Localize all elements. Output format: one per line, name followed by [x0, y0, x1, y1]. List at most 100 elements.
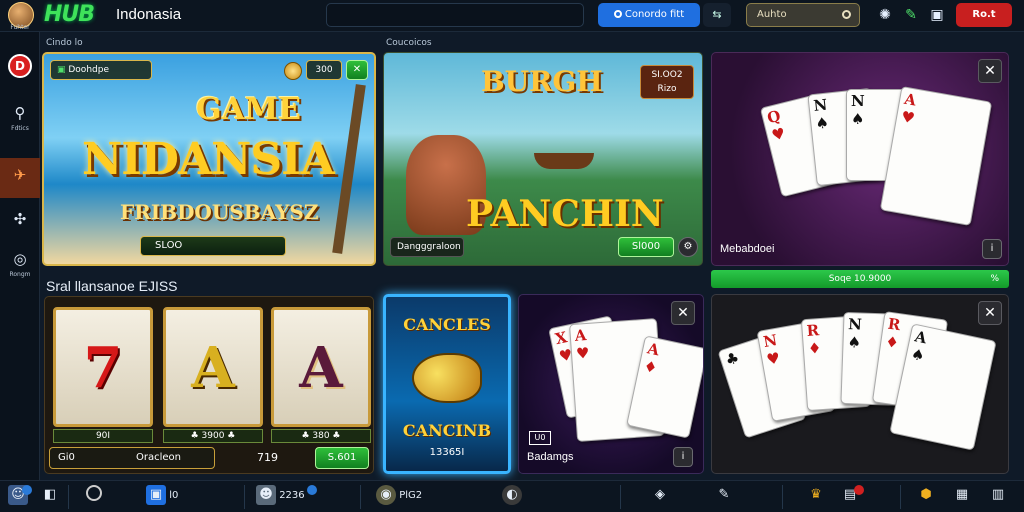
game-subtitle: FRIBDOUSBAYSZ	[120, 200, 319, 224]
sidebar-item-record[interactable]: D	[0, 46, 40, 86]
divider	[782, 485, 783, 509]
bottom-item-back[interactable]: ◧	[40, 485, 60, 509]
site-name: Indonasia	[116, 6, 182, 23]
notify-button[interactable]: Conordo fitt	[598, 3, 700, 27]
sidebar-item-profile[interactable]: Fuhter	[0, 0, 40, 32]
play-button[interactable]: SLOO	[140, 236, 286, 256]
search-icon	[842, 10, 851, 19]
doc-icon: ▥	[991, 487, 1005, 502]
game-value: 13365I	[429, 447, 465, 458]
author-search-field[interactable]: Auhto	[746, 3, 860, 27]
slot-reel: A	[163, 307, 263, 427]
bottom-item-grid[interactable]: ▦	[952, 485, 972, 509]
bottom-item-coin[interactable]: ◉ PlG2	[376, 485, 422, 509]
game-title-main: PANCHIN	[466, 193, 664, 235]
close-icon[interactable]: ✕	[978, 59, 1002, 83]
bottom-item-chip[interactable]: ◈	[650, 485, 670, 509]
badge	[22, 485, 32, 495]
sidebar-item-label: Rongm	[9, 271, 31, 278]
badge	[306, 485, 317, 495]
sidebar-item-label: Fuhter	[10, 24, 30, 31]
section-label: Coucoicos	[386, 38, 432, 48]
jackpot-suffix: %	[990, 274, 999, 284]
sidebar-item-label: Fdtics	[11, 125, 29, 132]
bottom-item-user[interactable]: ☻ 2236	[256, 485, 317, 509]
settings-icon[interactable]: ✺	[876, 6, 894, 24]
game-card-cardfan[interactable]: ♣ N ♥ R ♦ N ♠ R ♦ A ♠ ✕	[711, 294, 1009, 474]
sidebar-item-settings[interactable]: ◎ Rongm	[0, 242, 40, 282]
game-tag-label: Doohdpe	[68, 65, 109, 75]
sidebar-item-fish[interactable]: ✈	[0, 158, 40, 198]
top-search-input[interactable]	[326, 3, 584, 27]
palm-tree	[332, 84, 366, 254]
fish-icon: ✈	[13, 166, 27, 184]
game-card-nidansia[interactable]: ▣ Doohdpe 300 ✕ GAME NIDANSIA FRIBDOUSBA…	[42, 52, 376, 266]
game-card-mebabdoei[interactable]: Q ♥ N ♠ N ♠ A ♥ ✕ Mebabdoei i	[711, 52, 1009, 266]
slot-info-bar: Gi0 Oracleon	[49, 447, 215, 469]
game-title-top: GAME	[196, 92, 301, 127]
bottom-item-app[interactable]: ▣ l0	[146, 485, 178, 509]
game-title-main: CANCINB	[402, 421, 492, 440]
bottom-item-label: 2236	[279, 490, 305, 501]
notify-label: Conordo fitt	[624, 9, 685, 20]
slot-value: 719	[257, 451, 278, 464]
info-icon[interactable]: i	[673, 447, 693, 467]
search-icon: ⚲	[14, 104, 26, 122]
settings-icon[interactable]: ⚙	[678, 237, 698, 257]
link-button[interactable]: ⇆	[703, 3, 731, 27]
fish-illustration	[412, 353, 482, 403]
radio-icon	[613, 10, 622, 18]
user-icon: ☻	[256, 485, 276, 505]
divider	[244, 485, 245, 509]
close-icon[interactable]: ✕	[978, 301, 1002, 325]
bottom-item-label: l0	[169, 490, 179, 501]
divider	[360, 485, 361, 509]
chat-icon: ◐	[502, 485, 522, 505]
author-label: Auhto	[757, 9, 787, 20]
bottom-item-doc[interactable]: ▥	[988, 485, 1008, 509]
bottom-item-gift[interactable]: ▤	[840, 485, 864, 509]
game-label: Badamgs	[527, 451, 574, 463]
bottom-item-trophy[interactable]: ♛	[806, 485, 826, 509]
divider	[900, 485, 901, 509]
expand-icon[interactable]: ✕	[346, 60, 368, 80]
bottom-item-profile[interactable]	[86, 485, 102, 509]
signin-button[interactable]: Ro.t	[956, 3, 1012, 27]
pin-icon[interactable]: ✎	[902, 6, 920, 24]
brand-logo[interactable]: HUB	[44, 2, 95, 27]
jackpot-bar[interactable]: Soqe 10.9000%	[711, 270, 1009, 288]
image-icon[interactable]: ▣	[928, 6, 946, 24]
bottom-item-shield[interactable]: ⬢	[916, 485, 936, 509]
top-bar: HUB Indonasia Conordo fitt ⇆ Auhto ✺ ✎ ▣…	[0, 0, 1024, 32]
sidebar-item-search[interactable]: ⚲ Fdtics	[0, 96, 40, 136]
game-card-panchin[interactable]: BURGH SI.OO2 Rizo PANCHIN Dangggraloon S…	[383, 52, 703, 266]
play-button[interactable]: Sl000	[618, 237, 674, 257]
game-title-top: CANCLES	[403, 315, 491, 334]
coin-icon	[284, 62, 302, 80]
play-button[interactable]: S.601	[315, 447, 369, 469]
link-icon: ⇆	[712, 8, 722, 21]
game-card-slots[interactable]: 7 A A 90I ♣ 3900 ♣ ♣ 380 ♣ Gi0 Oracleon …	[44, 296, 374, 474]
shield-icon: ⬢	[920, 487, 932, 502]
game-label: Mebabdoei	[720, 243, 775, 255]
settings-icon: ◎	[13, 250, 27, 268]
bottom-item-avatar[interactable]: ☺	[8, 485, 32, 509]
info-icon[interactable]: i	[982, 239, 1002, 259]
back-icon: ◧	[43, 487, 57, 502]
jackpot-value: Soqe 10.9000	[828, 274, 892, 284]
slot-reel: A	[271, 307, 371, 427]
coin-icon: ◉	[376, 485, 396, 505]
edit-icon: ✎	[718, 487, 730, 502]
slot-reel: 7	[53, 307, 153, 427]
bottom-item-chat[interactable]: ◐	[502, 485, 522, 509]
bottom-item-edit[interactable]: ✎	[714, 485, 734, 509]
app-icon: ▣	[146, 485, 166, 505]
left-sidebar: Fuhter D ⚲ Fdtics ✈ ✣ ◎ Rongm	[0, 24, 40, 480]
sidebar-item-puzzle[interactable]: ✣	[0, 202, 40, 242]
game-tag: ▣ Doohdpe	[50, 60, 152, 80]
tag-icon: ▣	[57, 65, 69, 75]
close-icon[interactable]: ✕	[671, 301, 695, 325]
game-card-fish[interactable]: CANCLES CANCINB 13365I	[383, 294, 511, 474]
game-card-badamgs[interactable]: X ♥ A ♥ A ♦ ✕ U0 Badamgs i	[518, 294, 704, 474]
game-title-main: NIDANSIA	[82, 134, 335, 185]
